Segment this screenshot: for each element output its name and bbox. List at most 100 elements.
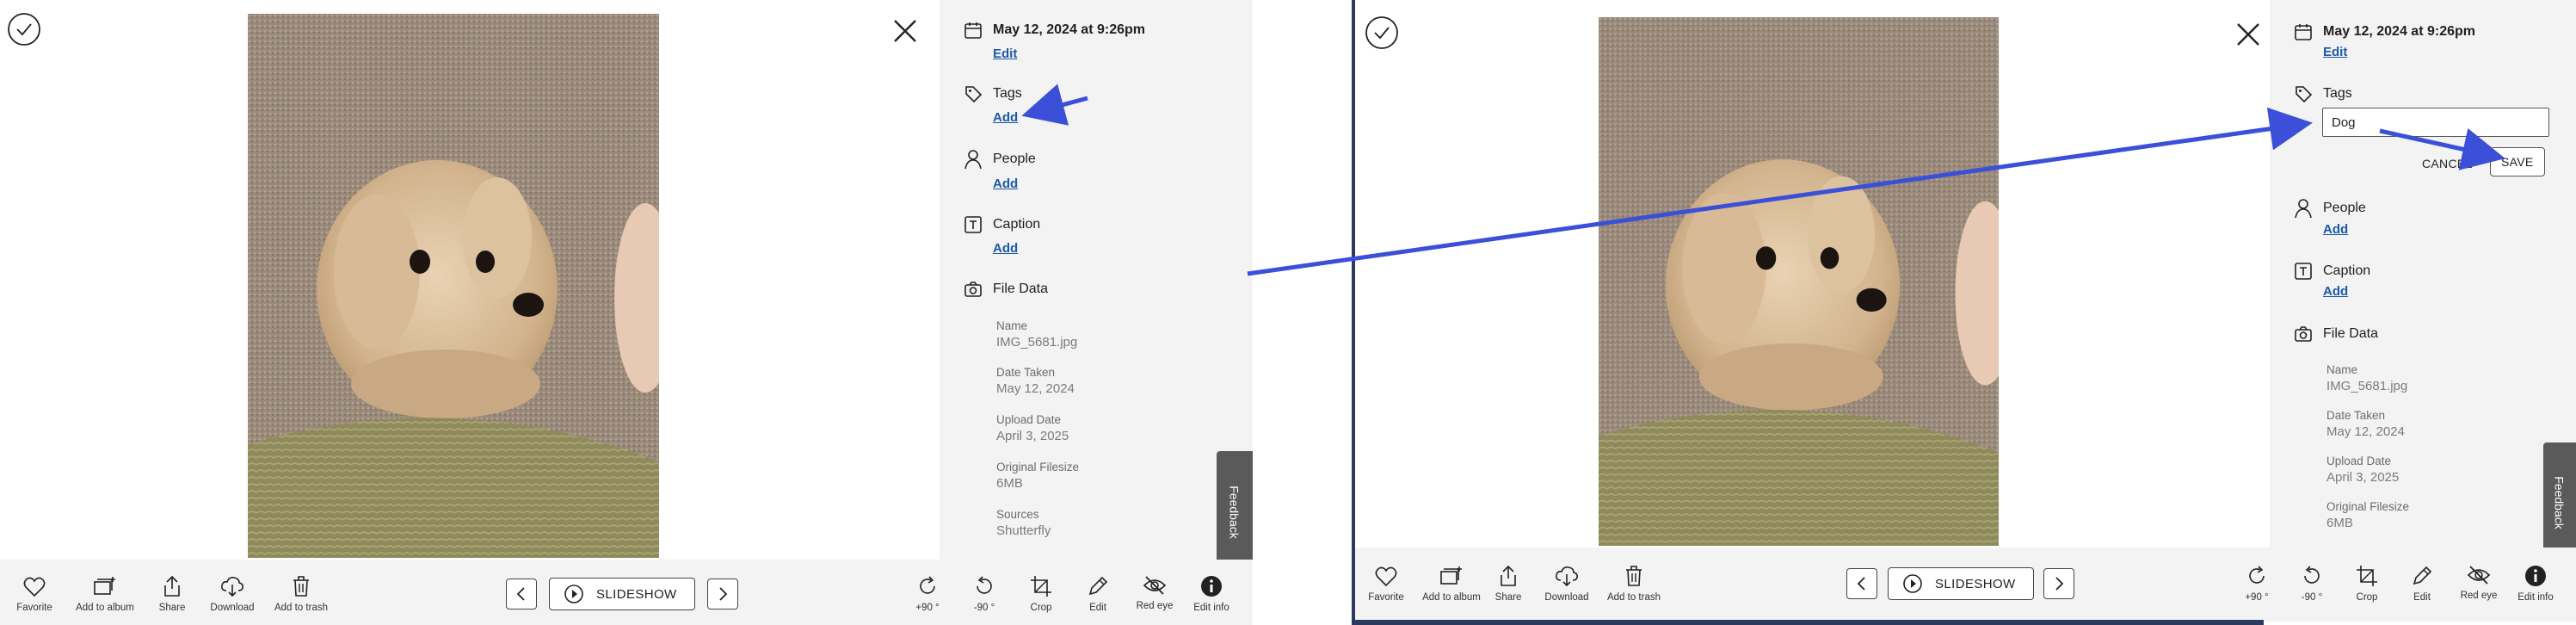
meta-date-taken: Date Taken May 12, 2024 — [2326, 409, 2405, 439]
calendar-icon — [2295, 24, 2312, 40]
meta-label: Name — [996, 319, 1028, 332]
add-to-trash-label: Add to trash — [1606, 592, 1661, 603]
meta-label: Date Taken — [996, 366, 1056, 379]
add-to-trash-label: Add to trash — [274, 603, 328, 613]
add-to-album-button[interactable]: Add to album — [71, 575, 139, 613]
meta-label: Upload Date — [2326, 455, 2392, 467]
file-data-title: File Data — [993, 282, 1049, 296]
rotate-minus-label: -90 ° — [973, 603, 995, 613]
rotate-clockwise-icon — [2249, 566, 2265, 584]
dog-photo — [1599, 17, 1999, 546]
chevron-right-icon — [2055, 577, 2064, 591]
next-button[interactable] — [2043, 568, 2074, 599]
edit-label: Edit — [1089, 603, 1106, 613]
play-circle-icon — [1903, 574, 1922, 593]
photo-viewer-before: May 12, 2024 at 9:26pm Edit Tags Add Peo… — [0, 0, 1253, 625]
download-button[interactable]: Download — [1532, 565, 1601, 603]
next-button[interactable] — [707, 579, 738, 610]
feedback-tab[interactable]: Feedback — [1217, 451, 1253, 573]
meta-label: Name — [2326, 363, 2358, 376]
caption-section: Caption Add — [2294, 262, 2370, 299]
feedback-tab[interactable]: Feedback — [2543, 442, 2576, 563]
eye-off-icon — [2467, 566, 2491, 585]
people-title: People — [2323, 201, 2366, 215]
add-to-album-label: Add to album — [76, 603, 134, 613]
download-label: Download — [1544, 592, 1589, 603]
person-icon — [964, 150, 982, 170]
share-button[interactable]: Share — [138, 575, 206, 613]
play-circle-icon — [564, 585, 583, 603]
caption-title: Caption — [993, 217, 1041, 232]
meta-sources: Sources Shutterfly — [996, 508, 1051, 538]
meta-filesize: Original Filesize 6MB — [996, 461, 1079, 491]
add-album-icon — [1440, 566, 1462, 585]
meta-value: May 12, 2024 — [2326, 424, 2405, 439]
download-button[interactable]: Download — [198, 575, 267, 613]
heart-icon — [1375, 566, 1397, 587]
edit-info-button[interactable]: Edit info — [2501, 565, 2570, 603]
crop-icon — [2357, 566, 2377, 586]
tag-icon — [965, 86, 983, 103]
edit-info-button[interactable]: Edit info — [1177, 575, 1246, 613]
rotate-plus-label: +90 ° — [915, 603, 940, 613]
meta-date-taken: Date Taken May 12, 2024 — [996, 366, 1075, 396]
tag-input[interactable] — [2322, 108, 2549, 137]
edit-info-label: Edit info — [2517, 592, 2554, 603]
add-to-trash-button[interactable]: Add to trash — [267, 575, 336, 613]
chevron-left-icon — [516, 587, 525, 601]
share-icon — [1501, 565, 1516, 586]
cancel-button[interactable]: CANCEL — [2422, 157, 2473, 170]
previous-button[interactable] — [1846, 568, 1877, 599]
edit-date-link[interactable]: Edit — [2323, 45, 2475, 59]
rotate-clockwise-icon — [920, 576, 935, 594]
tag-icon — [2296, 86, 2313, 103]
add-to-trash-button[interactable]: Add to trash — [1599, 565, 1668, 603]
select-check-icon[interactable] — [7, 12, 41, 46]
meta-value: April 3, 2025 — [996, 429, 1069, 443]
date-section: May 12, 2024 at 9:26pm Edit — [2294, 22, 2475, 59]
favorite-button[interactable]: Favorite — [0, 577, 69, 613]
crop-icon — [1031, 576, 1051, 597]
meta-label: Date Taken — [2326, 409, 2386, 422]
meta-value: May 12, 2024 — [996, 381, 1075, 396]
share-label: Share — [158, 603, 186, 613]
add-caption-link[interactable]: Add — [993, 241, 1040, 256]
tags-section: Tags — [2294, 84, 2352, 103]
file-data-title: File Data — [2323, 326, 2379, 341]
edit-date-link[interactable]: Edit — [993, 46, 1145, 61]
info-icon — [2525, 566, 2546, 586]
right-pane-frame-edge — [1352, 0, 1355, 625]
cloud-download-icon — [221, 577, 243, 597]
select-check-icon[interactable] — [1365, 15, 1399, 50]
meta-label: Original Filesize — [996, 461, 1080, 473]
close-icon[interactable] — [890, 15, 921, 46]
bottom-toolbar: Favorite Add to album Share Download Add… — [0, 560, 1253, 625]
trash-icon — [293, 576, 309, 597]
tags-section: Tags Add — [964, 84, 1022, 125]
person-icon — [2295, 199, 2312, 219]
slideshow-button[interactable]: SLIDESHOW — [549, 578, 695, 610]
slideshow-button[interactable]: SLIDESHOW — [1888, 567, 2034, 600]
download-label: Download — [210, 603, 255, 613]
previous-button[interactable] — [506, 579, 537, 610]
close-icon[interactable] — [2233, 19, 2264, 50]
favorite-label: Favorite — [16, 603, 52, 613]
favorite-button[interactable]: Favorite — [1352, 566, 1420, 603]
calendar-icon — [964, 22, 982, 39]
file-data-section: File Data — [2294, 325, 2378, 343]
add-people-link[interactable]: Add — [2323, 222, 2366, 237]
share-label: Share — [1494, 592, 1522, 603]
trash-icon — [1626, 566, 1642, 586]
feedback-label: Feedback — [1228, 486, 1242, 539]
dog-photo — [248, 14, 659, 558]
save-button[interactable]: SAVE — [2490, 147, 2545, 176]
add-tags-link[interactable]: Add — [993, 110, 1022, 125]
info-icon — [1201, 576, 1222, 597]
meta-label: Upload Date — [996, 413, 1062, 426]
caption-title: Caption — [2323, 263, 2371, 278]
meta-value: IMG_5681.jpg — [2326, 379, 2408, 393]
caption-icon — [964, 216, 982, 233]
add-caption-link[interactable]: Add — [2323, 284, 2370, 299]
add-people-link[interactable]: Add — [993, 176, 1036, 191]
eye-off-icon — [1143, 576, 1167, 595]
